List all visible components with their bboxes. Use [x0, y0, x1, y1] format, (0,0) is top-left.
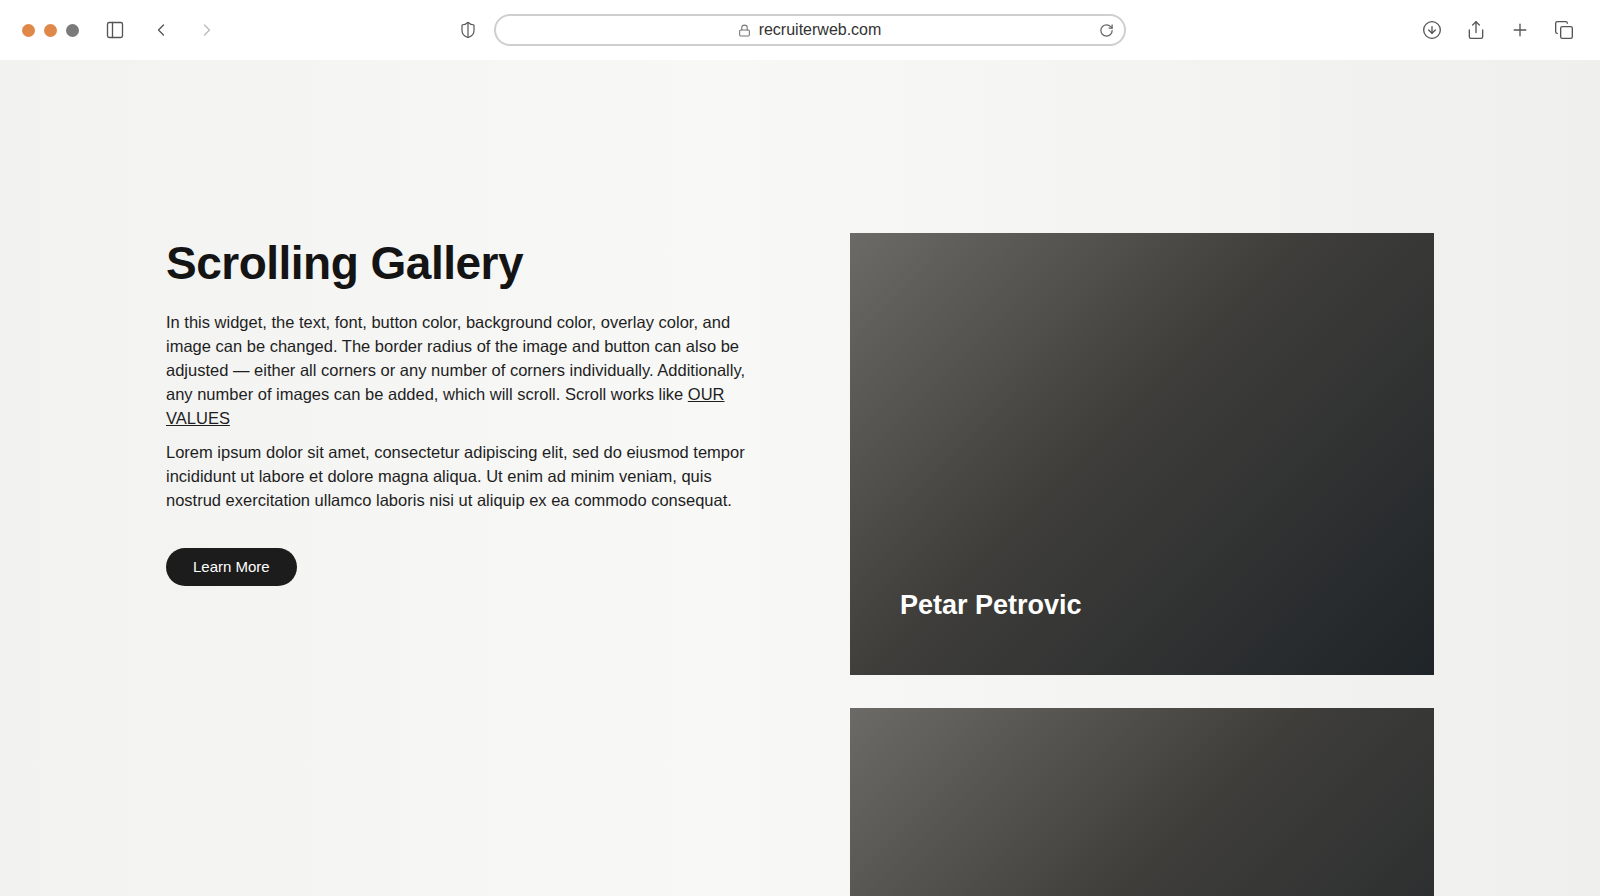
body-paragraph: Lorem ipsum dolor sit amet, consectetur … — [166, 440, 751, 512]
text-column: Scrolling Gallery In this widget, the tex… — [166, 233, 751, 586]
browser-window: recruiterweb.com Scrolling Gallery In this… — [0, 0, 1600, 896]
learn-more-button[interactable]: Learn More — [166, 548, 297, 587]
close-button[interactable] — [22, 24, 35, 37]
gallery-card[interactable]: Petar Petrovic — [850, 233, 1434, 675]
zoom-button[interactable] — [66, 24, 79, 37]
intro-paragraph: In this widget, the text, font, button c… — [166, 310, 751, 430]
minimize-button[interactable] — [44, 24, 57, 37]
new-tab-icon[interactable] — [1506, 16, 1534, 44]
page-content: Scrolling Gallery In this widget, the tex… — [0, 60, 1600, 896]
window-controls — [22, 24, 79, 37]
reload-icon[interactable] — [1099, 23, 1114, 38]
url-text: recruiterweb.com — [759, 18, 882, 42]
gallery-caption: Petar Petrovic — [900, 585, 1082, 626]
our-values-link[interactable]: OUR VALUES — [166, 385, 724, 427]
gallery: Petar Petrovic — [850, 233, 1434, 896]
tab-overview-icon[interactable] — [1550, 16, 1578, 44]
section-title: Scrolling Gallery — [166, 237, 751, 290]
privacy-shield-icon[interactable] — [454, 16, 482, 44]
gallery-card[interactable] — [850, 708, 1434, 896]
sidebar-icon[interactable] — [101, 16, 129, 44]
forward-icon[interactable] — [193, 16, 221, 44]
address-bar[interactable]: recruiterweb.com — [494, 14, 1126, 46]
back-icon[interactable] — [147, 16, 175, 44]
lock-icon — [738, 24, 751, 37]
share-icon[interactable] — [1462, 16, 1490, 44]
browser-toolbar: recruiterweb.com — [0, 0, 1600, 60]
download-icon[interactable] — [1418, 16, 1446, 44]
